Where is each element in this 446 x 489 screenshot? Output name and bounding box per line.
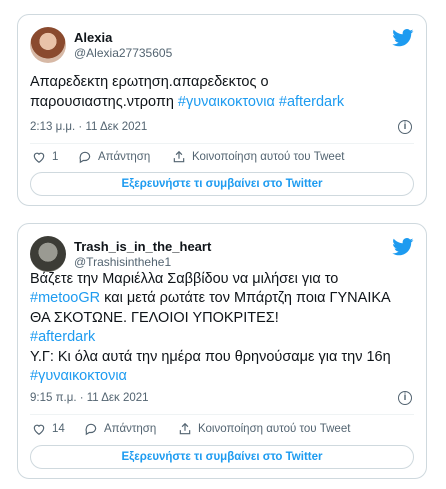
twitter-bird-icon[interactable] (392, 29, 414, 47)
reply-button[interactable]: Απάντηση (84, 422, 156, 436)
hashtag-link[interactable]: #afterdark (30, 329, 95, 345)
heart-icon (33, 152, 45, 163)
reply-button[interactable]: Απάντηση (78, 150, 150, 164)
tweet-text: Βάζετε την Μαριέλλα Σαββίδου να μιλήσει … (30, 250, 414, 387)
explore-twitter-button[interactable]: Εξερευνήστε τι συμβαίνει στο Twitter (30, 445, 414, 469)
reply-label: Απάντηση (98, 151, 151, 163)
hashtag-link[interactable]: #afterdark (279, 94, 344, 110)
tweet-text-line: και μετά ρωτάτε τον Μπάρτζη ποια ΓΥΝΑΙΚΑ (100, 290, 391, 306)
tweet-text: Απαρεδεκτη ερωτηση.απαρεδεκτος ο παρουσι… (30, 73, 414, 112)
tweet-card[interactable]: Alexia @Alexia27735605 Απαρεδεκτη ερωτησ… (17, 14, 427, 206)
hashtag-link[interactable]: #metooGR (30, 290, 100, 306)
tweet-text-line: Υ.Γ: Κι όλα αυτά την ημέρα που θρηνούσαμ… (30, 348, 391, 365)
heart-icon (33, 424, 45, 435)
reply-label: Απάντηση (104, 423, 157, 435)
avatar[interactable] (30, 27, 66, 63)
like-button[interactable]: 1 (32, 150, 58, 164)
hashtag-link[interactable]: #γυναικοκτονια (178, 94, 275, 110)
author-name[interactable]: Alexia (74, 30, 112, 45)
explore-twitter-button[interactable]: Εξερευνήστε τι συμβαίνει στο Twitter (30, 172, 414, 196)
share-label: Κοινοποίηση αυτού του Tweet (198, 423, 351, 435)
tweet-text-line: ΘΑ ΣΚΟΤΩΝΕ. ΓΕΛΟΙΟΙ ΥΠΟΚΡΙΤΕΣ! (30, 309, 279, 326)
share-icon (173, 150, 185, 163)
info-icon[interactable]: i (398, 391, 412, 405)
share-button[interactable]: Κοινοποίηση αυτού του Tweet (178, 422, 350, 436)
hashtag-link[interactable]: #γυναικοκτονια (30, 368, 127, 384)
divider (30, 414, 414, 415)
info-icon[interactable]: i (398, 120, 412, 134)
tweet-text-line: Απαρεδεκτη ερωτηση.απαρεδεκτος ο (30, 74, 269, 90)
tweet-timestamp[interactable]: 9:15 π.μ. · 11 Δεκ 2021 (30, 392, 149, 404)
reply-icon (85, 423, 97, 436)
tweet-text-line: Βάζετε την Μαριέλλα Σαββίδου να μιλήσει … (30, 270, 339, 287)
author-handle[interactable]: @Alexia27735605 (74, 46, 172, 60)
tweet-card[interactable]: Trash_is_in_the_heart @Trashisinthehe1 Β… (17, 223, 427, 479)
divider (30, 143, 414, 144)
tweet-header: Alexia @Alexia27735605 (30, 27, 414, 67)
share-button[interactable]: Κοινοποίηση αυτού του Tweet (172, 150, 344, 164)
tweet-actions: 14 Απάντηση Κοινοποίηση αυτού του Tweet (30, 422, 414, 440)
like-count: 14 (52, 423, 65, 435)
share-label: Κοινοποίηση αυτού του Tweet (192, 151, 345, 163)
tweet-text-line: παρουσιαστης.ντροπη (30, 93, 178, 110)
tweet-timestamp[interactable]: 2:13 μ.μ. · 11 Δεκ 2021 (30, 121, 147, 133)
reply-icon (79, 151, 91, 164)
share-icon (179, 422, 191, 435)
like-count: 1 (52, 151, 59, 163)
like-button[interactable]: 14 (32, 422, 65, 436)
tweet-actions: 1 Απάντηση Κοινοποίηση αυτού του Tweet (30, 150, 414, 168)
